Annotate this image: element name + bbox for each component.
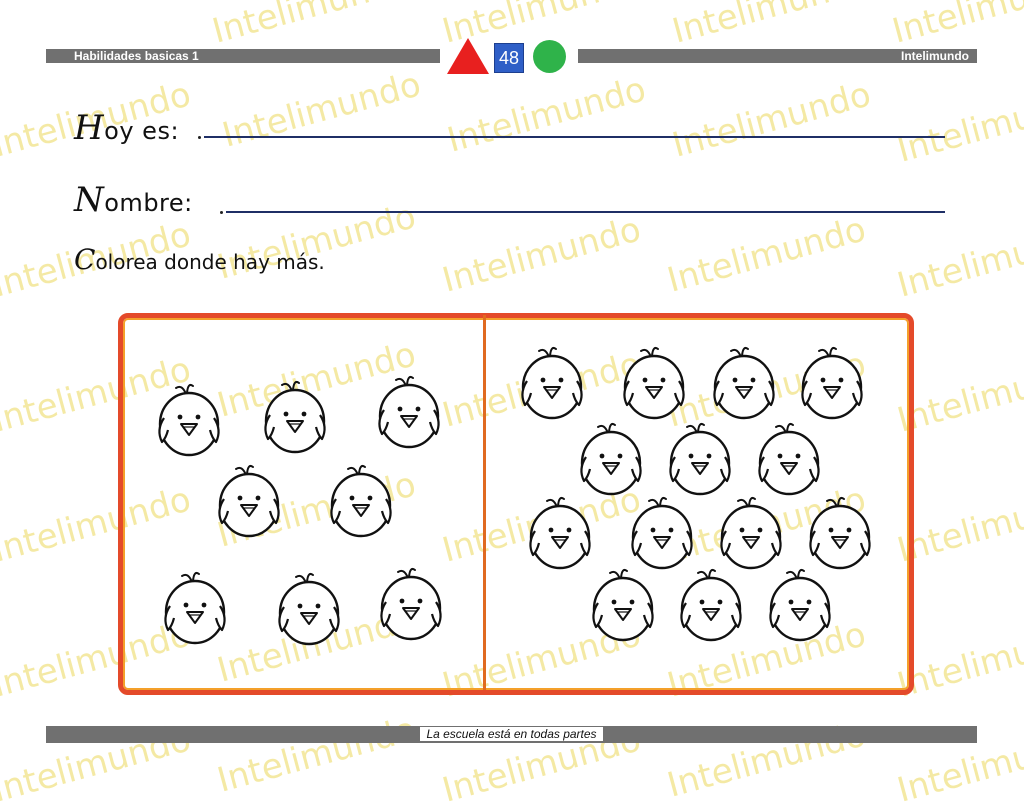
- chick-icon: [374, 372, 444, 450]
- date-label: Hoy es:: [74, 108, 179, 148]
- watermark: Intelimundo: [443, 69, 651, 161]
- watermark: Intelimundo: [668, 0, 876, 52]
- chick-icon: [525, 493, 595, 571]
- chick-icon: [676, 565, 746, 643]
- instruction-text: Colorea donde hay más.: [74, 243, 325, 276]
- chick-icon: [260, 377, 330, 455]
- chick-icon: [665, 419, 735, 497]
- chick-icon: [588, 565, 658, 643]
- chick-icon: [709, 343, 779, 421]
- chick-icon: [619, 343, 689, 421]
- chick-icon: [376, 564, 446, 642]
- watermark: Intelimundo: [888, 0, 1024, 52]
- instruction-rest: olorea donde hay más.: [95, 250, 325, 274]
- red-triangle-icon: [447, 38, 489, 74]
- chick-icon: [214, 461, 284, 539]
- chick-icon: [716, 493, 786, 571]
- chick-icon: [797, 343, 867, 421]
- chick-icon: [765, 565, 835, 643]
- footer-slogan: La escuela está en todas partes: [420, 727, 603, 741]
- page-number-badge: 48: [494, 43, 524, 73]
- chick-icon: [160, 568, 230, 646]
- header-left-label: Habilidades basicas 1: [74, 49, 199, 63]
- watermark: Intelimundo: [668, 74, 876, 166]
- chick-icon: [154, 380, 224, 458]
- footer-bar: La escuela está en todas partes: [46, 726, 977, 743]
- name-line-dot: [220, 211, 223, 214]
- footer-text-wrapper: La escuela está en todas partes: [46, 726, 977, 743]
- header-bar-right: Intelimundo: [578, 49, 977, 63]
- watermark: Intelimundo: [893, 79, 1024, 171]
- green-circle-icon: [533, 40, 566, 73]
- header-right-label: Intelimundo: [901, 49, 969, 63]
- watermark: Intelimundo: [893, 214, 1024, 306]
- date-write-line[interactable]: [204, 136, 945, 138]
- chick-icon: [805, 493, 875, 571]
- date-label-initial: H: [74, 108, 105, 148]
- watermark: Intelimundo: [218, 64, 426, 156]
- date-line-dot: [198, 136, 201, 139]
- date-label-rest: oy es:: [104, 117, 180, 145]
- chick-icon: [627, 493, 697, 571]
- watermark: Intelimundo: [663, 209, 871, 301]
- watermark: Intelimundo: [213, 709, 421, 801]
- chick-icon: [517, 343, 587, 421]
- name-label-initial: N: [74, 180, 105, 220]
- chick-icon: [576, 419, 646, 497]
- chick-icon: [754, 419, 824, 497]
- header-shapes: 48: [447, 38, 569, 76]
- name-write-line[interactable]: [226, 211, 945, 213]
- chick-icon: [326, 461, 396, 539]
- watermark: Intelimundo: [208, 0, 416, 52]
- chick-icon: [274, 569, 344, 647]
- name-label: Nombre:: [74, 180, 193, 220]
- watermark: Intelimundo: [438, 209, 646, 301]
- frame-divider: [483, 315, 486, 690]
- header-bar-left: Habilidades basicas 1: [46, 49, 440, 63]
- instruction-initial: C: [74, 243, 96, 276]
- name-label-rest: ombre:: [104, 189, 193, 217]
